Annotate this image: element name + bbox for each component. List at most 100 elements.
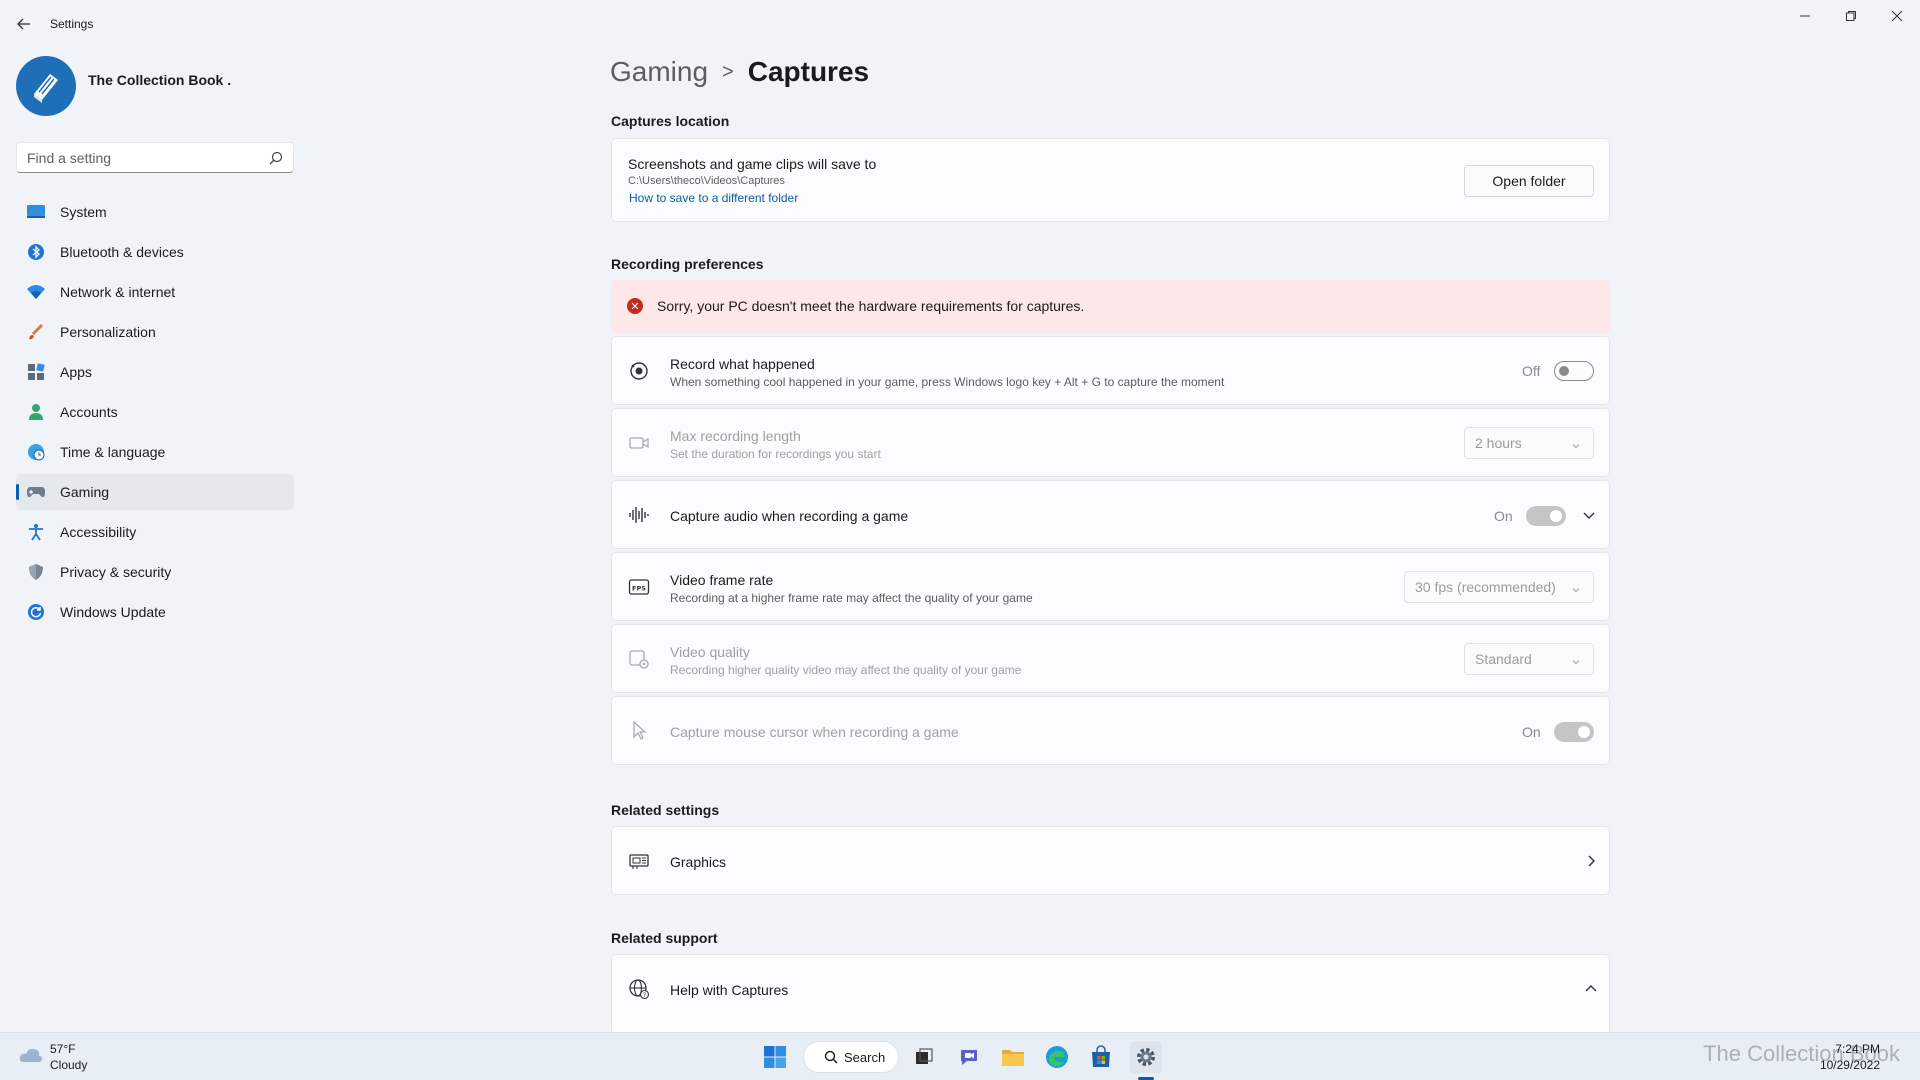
section-title-recording-preferences: Recording preferences xyxy=(611,256,764,272)
chevron-down-icon xyxy=(1571,438,1581,449)
sidebar-item-network[interactable]: Network & internet xyxy=(16,274,294,310)
globe-clock-icon xyxy=(26,442,46,462)
svg-text:FPS: FPS xyxy=(632,585,646,593)
search-box[interactable] xyxy=(16,142,294,173)
apps-icon xyxy=(26,362,46,382)
video-frame-rate-value: 30 fps (recommended) xyxy=(1415,579,1556,595)
capture-mouse-toggle-state: On xyxy=(1522,724,1541,740)
title-bar: Settings xyxy=(0,0,1920,48)
app-title: Settings xyxy=(50,17,94,31)
record-what-happened-card: Record what happened When something cool… xyxy=(611,336,1610,405)
search-icon xyxy=(824,1050,838,1064)
section-title-related-support: Related support xyxy=(611,930,718,946)
close-button[interactable] xyxy=(1874,6,1920,26)
task-view-icon[interactable] xyxy=(908,1041,940,1073)
record-what-happened-toggle[interactable] xyxy=(1554,361,1594,381)
capture-audio-toggle[interactable] xyxy=(1526,506,1566,526)
breadcrumb-parent[interactable]: Gaming xyxy=(610,56,708,88)
chevron-right-icon xyxy=(1584,854,1598,868)
store-icon[interactable] xyxy=(1085,1041,1117,1073)
weather-temperature: 57°F xyxy=(50,1042,76,1056)
chat-icon[interactable] xyxy=(953,1041,985,1073)
taskbar-search[interactable]: Search xyxy=(803,1041,899,1073)
max-recording-length-dropdown[interactable]: 2 hours xyxy=(1464,427,1594,459)
edge-browser-icon[interactable] xyxy=(1041,1041,1073,1073)
captures-path: C:\Users\theco\Videos\Captures xyxy=(628,175,785,187)
sidebar-item-label: Privacy & security xyxy=(60,564,172,580)
captures-location-card: Screenshots and game clips will save to … xyxy=(611,138,1610,222)
error-icon: ✕ xyxy=(627,298,643,314)
accessibility-icon xyxy=(26,522,46,542)
audio-wave-icon xyxy=(628,504,650,526)
breadcrumb: Gaming > Captures xyxy=(610,56,869,88)
chevron-down-icon[interactable] xyxy=(1582,508,1596,522)
fps-icon: FPS xyxy=(628,576,650,598)
capture-mouse-cursor-toggle[interactable] xyxy=(1554,722,1594,742)
avatar[interactable] xyxy=(16,56,76,116)
capture-audio-toggle-state: On xyxy=(1494,508,1513,524)
cursor-icon xyxy=(628,720,650,742)
graphics-card[interactable]: Graphics xyxy=(611,826,1610,895)
capture-mouse-cursor-title: Capture mouse cursor when recording a ga… xyxy=(670,724,959,740)
sidebar-item-privacy[interactable]: Privacy & security xyxy=(16,554,294,590)
gamepad-icon xyxy=(26,482,46,502)
file-explorer-icon[interactable] xyxy=(997,1041,1029,1073)
capture-mouse-cursor-card: Capture mouse cursor when recording a ga… xyxy=(611,696,1610,765)
video-frame-rate-dropdown[interactable]: 30 fps (recommended) xyxy=(1404,571,1594,603)
minimize-button[interactable] xyxy=(1782,6,1828,26)
settings-gear-icon[interactable] xyxy=(1130,1041,1162,1073)
sidebar-item-label: Accounts xyxy=(60,404,118,420)
sidebar-item-label: Personalization xyxy=(60,324,156,340)
different-folder-link[interactable]: How to save to a different folder xyxy=(629,191,798,205)
refresh-icon xyxy=(26,602,46,622)
shield-icon xyxy=(26,562,46,582)
hardware-error-text: Sorry, your PC doesn't meet the hardware… xyxy=(657,298,1085,314)
captures-location-title: Screenshots and game clips will save to xyxy=(628,156,877,172)
max-recording-length-title: Max recording length xyxy=(670,428,801,444)
person-icon xyxy=(26,402,46,422)
restore-button[interactable] xyxy=(1828,6,1874,26)
book-logo-icon xyxy=(34,74,58,103)
video-quality-card: Video quality Recording higher quality v… xyxy=(611,624,1610,693)
sidebar-item-label: Windows Update xyxy=(60,604,166,620)
video-frame-rate-card: FPS Video frame rate Recording at a high… xyxy=(611,552,1610,621)
video-quality-icon xyxy=(628,648,650,670)
help-with-captures-card[interactable]: ? Help with Captures xyxy=(611,954,1610,1032)
sidebar-item-accounts[interactable]: Accounts xyxy=(16,394,294,430)
cloud-icon[interactable] xyxy=(18,1045,44,1065)
sidebar-item-accessibility[interactable]: Accessibility xyxy=(16,514,294,550)
max-recording-length-desc: Set the duration for recordings you star… xyxy=(670,447,881,461)
video-quality-dropdown[interactable]: Standard xyxy=(1464,643,1594,675)
sidebar-item-windows-update[interactable]: Windows Update xyxy=(16,594,294,630)
max-recording-length-card: Max recording length Set the duration fo… xyxy=(611,408,1610,477)
record-toggle-state: Off xyxy=(1522,363,1541,379)
video-quality-desc: Recording higher quality video may affec… xyxy=(670,663,1022,677)
sidebar-nav: System Bluetooth & devices Network & int… xyxy=(16,194,294,634)
tray-date: 10/29/2022 xyxy=(1819,1058,1880,1072)
help-with-captures-title: Help with Captures xyxy=(670,982,789,998)
sidebar-item-gaming[interactable]: Gaming xyxy=(16,474,294,510)
brush-icon xyxy=(26,322,46,342)
tray-clock[interactable]: 7:24 PM 10/29/2022 xyxy=(1820,1041,1880,1073)
open-folder-button[interactable]: Open folder xyxy=(1464,165,1594,197)
sidebar-item-label: Time & language xyxy=(60,444,166,460)
chevron-up-icon[interactable] xyxy=(1584,982,1598,996)
sidebar-item-system[interactable]: System xyxy=(16,194,294,230)
sidebar-item-apps[interactable]: Apps xyxy=(16,354,294,390)
windows-logo-icon xyxy=(764,1046,786,1068)
capture-audio-card[interactable]: Capture audio when recording a game On xyxy=(611,480,1610,549)
sidebar-item-personalization[interactable]: Personalization xyxy=(16,314,294,350)
wifi-icon xyxy=(26,282,46,302)
video-frame-rate-desc: Recording at a higher frame rate may aff… xyxy=(670,591,1033,605)
graphics-card-icon xyxy=(628,850,650,872)
back-arrow-icon[interactable] xyxy=(14,14,34,34)
start-button[interactable] xyxy=(759,1041,791,1073)
chevron-down-icon xyxy=(1571,654,1581,665)
page-title: Captures xyxy=(747,56,870,87)
sidebar-item-time-language[interactable]: Time & language xyxy=(16,434,294,470)
svg-text:?: ? xyxy=(643,992,646,999)
sidebar-item-bluetooth[interactable]: Bluetooth & devices xyxy=(16,234,294,270)
graphics-title: Graphics xyxy=(670,854,727,870)
search-input[interactable] xyxy=(17,143,257,172)
video-frame-rate-title: Video frame rate xyxy=(670,572,774,588)
